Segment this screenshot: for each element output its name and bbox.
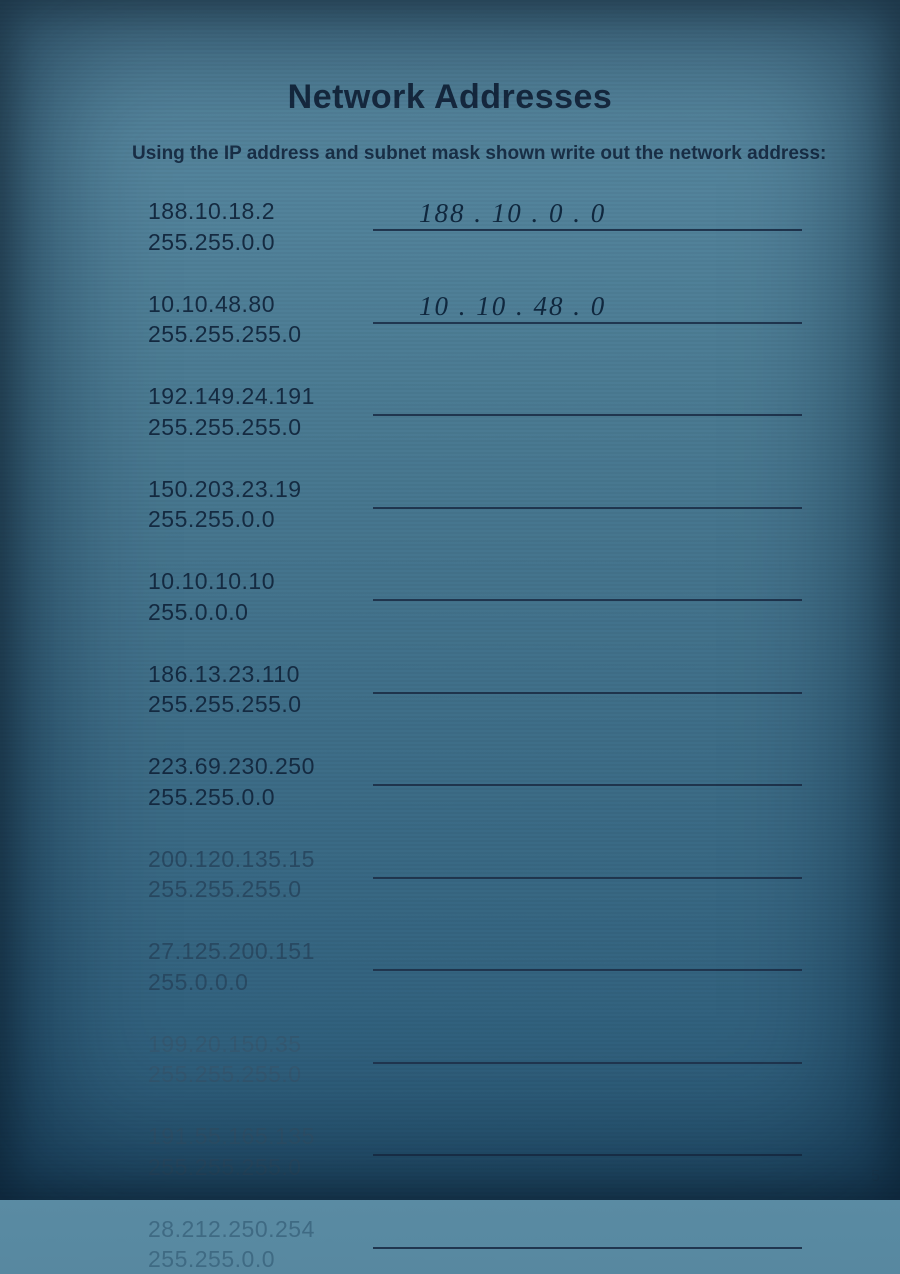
answer-rule [373, 784, 802, 786]
ip-mask-cell: 223.69.230.250 255.255.0.0 [148, 752, 373, 812]
instructions-text: Using the IP address and subnet mask sho… [132, 143, 840, 165]
subnet-mask: 255.255.255.0 [148, 1060, 373, 1089]
ip-address: 28.212.250.254 [148, 1215, 373, 1244]
ip-address: 150.203.23.19 [148, 475, 373, 504]
ip-address: 223.69.230.250 [148, 752, 373, 781]
subnet-mask: 255.255.0.0 [148, 505, 373, 534]
ip-mask-cell: 10.10.48.80 255.255.255.0 [148, 290, 373, 350]
answer-cell[interactable] [373, 567, 810, 603]
ip-mask-cell: 192.149.24.191 255.255.255.0 [148, 382, 373, 442]
subnet-mask: 255.0.0.0 [148, 598, 373, 627]
problem-row: 28.212.250.254 255.255.0.0 [148, 1215, 810, 1274]
subnet-mask: 255.255.255.0 [148, 1153, 373, 1182]
ip-mask-cell: 199.20.150.35 255.255.255.0 [148, 1030, 373, 1090]
answer-cell[interactable]: 10 . 10 . 48 . 0 [373, 290, 810, 326]
ip-address: 10.10.10.10 [148, 567, 373, 596]
answer-text: 10 . 10 . 48 . 0 [419, 291, 606, 322]
problem-row: 192.149.24.191 255.255.255.0 [148, 382, 810, 442]
ip-mask-cell: 28.212.250.254 255.255.0.0 [148, 1215, 373, 1274]
answer-rule [373, 1154, 802, 1156]
answer-cell[interactable] [373, 660, 810, 696]
problem-row: 223.69.230.250 255.255.0.0 [148, 752, 810, 812]
ip-address: 188.10.18.2 [148, 197, 373, 226]
ip-mask-cell: 10.10.10.10 255.0.0.0 [148, 567, 373, 627]
problem-list: 188.10.18.2 255.255.0.0 188 . 10 . 0 . 0… [148, 197, 810, 1274]
answer-rule [373, 1247, 802, 1249]
answer-rule [373, 969, 802, 971]
answer-text: 188 . 10 . 0 . 0 [419, 198, 606, 229]
ip-mask-cell: 191.55.165.135 255.255.255.0 [148, 1122, 373, 1182]
ip-mask-cell: 200.120.135.15 255.255.255.0 [148, 845, 373, 905]
problem-row: 150.203.23.19 255.255.0.0 [148, 475, 810, 535]
answer-cell[interactable] [373, 845, 810, 881]
answer-cell[interactable] [373, 752, 810, 788]
page-number: 5 [871, 1168, 880, 1186]
answer-cell[interactable] [373, 937, 810, 973]
answer-cell[interactable] [373, 1030, 810, 1066]
problem-row: 188.10.18.2 255.255.0.0 188 . 10 . 0 . 0 [148, 197, 810, 257]
subnet-mask: 255.255.255.0 [148, 690, 373, 719]
answer-cell[interactable]: 188 . 10 . 0 . 0 [373, 197, 810, 233]
subnet-mask: 255.255.0.0 [148, 1245, 373, 1274]
ip-address: 191.55.165.135 [148, 1122, 373, 1151]
problem-row: 10.10.48.80 255.255.255.0 10 . 10 . 48 .… [148, 290, 810, 350]
problem-row: 10.10.10.10 255.0.0.0 [148, 567, 810, 627]
subnet-mask: 255.255.0.0 [148, 783, 373, 812]
ip-mask-cell: 186.13.23.110 255.255.255.0 [148, 660, 373, 720]
answer-cell[interactable] [373, 1215, 810, 1251]
ip-address: 10.10.48.80 [148, 290, 373, 319]
problem-row: 186.13.23.110 255.255.255.0 [148, 660, 810, 720]
answer-rule [373, 599, 802, 601]
worksheet-page: Network Addresses Using the IP address a… [0, 0, 900, 1200]
subnet-mask: 255.255.255.0 [148, 875, 373, 904]
answer-cell[interactable] [373, 475, 810, 511]
subnet-mask: 255.255.0.0 [148, 228, 373, 257]
problem-row: 199.20.150.35 255.255.255.0 [148, 1030, 810, 1090]
ip-address: 200.120.135.15 [148, 845, 373, 874]
problem-row: 200.120.135.15 255.255.255.0 [148, 845, 810, 905]
ip-address: 199.20.150.35 [148, 1030, 373, 1059]
answer-rule [373, 507, 802, 509]
answer-rule [373, 414, 802, 416]
subnet-mask: 255.255.255.0 [148, 320, 373, 349]
ip-mask-cell: 188.10.18.2 255.255.0.0 [148, 197, 373, 257]
subnet-mask: 255.0.0.0 [148, 968, 373, 997]
ip-mask-cell: 27.125.200.151 255.0.0.0 [148, 937, 373, 997]
answer-rule [373, 322, 802, 324]
problem-row: 191.55.165.135 255.255.255.0 [148, 1122, 810, 1182]
ip-address: 186.13.23.110 [148, 660, 373, 689]
answer-rule [373, 692, 802, 694]
subnet-mask: 255.255.255.0 [148, 413, 373, 442]
answer-rule [373, 877, 802, 879]
answer-rule [373, 229, 802, 231]
ip-address: 27.125.200.151 [148, 937, 373, 966]
answer-rule [373, 1062, 802, 1064]
problem-row: 27.125.200.151 255.0.0.0 [148, 937, 810, 997]
page-title: Network Addresses [60, 78, 840, 117]
ip-mask-cell: 150.203.23.19 255.255.0.0 [148, 475, 373, 535]
answer-cell[interactable] [373, 1122, 810, 1158]
answer-cell[interactable] [373, 382, 810, 418]
ip-address: 192.149.24.191 [148, 382, 373, 411]
